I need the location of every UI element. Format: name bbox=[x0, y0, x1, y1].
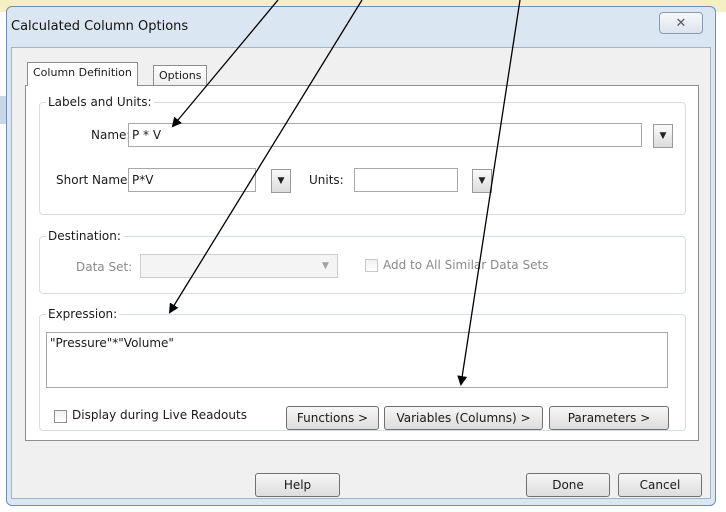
tab-column-definition[interactable]: Column Definition bbox=[27, 62, 138, 86]
add-to-all-checkbox[interactable] bbox=[365, 259, 378, 272]
close-button[interactable]: ✕ bbox=[659, 12, 703, 34]
close-icon: ✕ bbox=[675, 16, 687, 31]
tab-panel: Labels and Units: Name: P * V ▼ Short Na… bbox=[25, 85, 699, 441]
dropdown-arrow-icon: ▼ bbox=[277, 176, 285, 186]
dropdown-arrow-icon: ▼ bbox=[322, 261, 329, 271]
data-set-select[interactable] bbox=[140, 254, 338, 278]
name-input[interactable]: P * V bbox=[128, 123, 642, 147]
parameters-button[interactable]: Parameters > bbox=[549, 406, 669, 430]
dropdown-arrow-icon: ▼ bbox=[478, 176, 486, 186]
destination-group-label: Destination: bbox=[46, 229, 123, 243]
tab-options[interactable]: Options bbox=[153, 65, 208, 87]
labels-units-group-label: Labels and Units: bbox=[46, 95, 154, 109]
name-label: Name: bbox=[91, 128, 131, 142]
short-name-input[interactable]: P*V bbox=[128, 168, 256, 192]
units-input[interactable] bbox=[354, 168, 458, 192]
dialog-client: Column Definition Options Labels and Uni… bbox=[11, 47, 711, 499]
variables-columns-button[interactable]: Variables (Columns) > bbox=[384, 406, 543, 430]
short-name-label: Short Name: bbox=[56, 173, 132, 187]
add-to-all-label: Add to All Similar Data Sets bbox=[383, 258, 549, 272]
dropdown-arrow-icon: ▼ bbox=[659, 131, 667, 141]
labels-units-group: Labels and Units: Name: P * V ▼ Short Na… bbox=[39, 95, 686, 215]
functions-button[interactable]: Functions > bbox=[286, 406, 379, 430]
data-set-label: Data Set: bbox=[76, 260, 133, 274]
help-button[interactable]: Help bbox=[255, 473, 340, 497]
live-readouts-label: Display during Live Readouts bbox=[72, 408, 247, 422]
expression-input[interactable]: "Pressure"*"Volume" bbox=[46, 332, 668, 388]
cancel-button[interactable]: Cancel bbox=[618, 473, 702, 497]
done-button[interactable]: Done bbox=[526, 473, 610, 497]
name-dropdown-button[interactable]: ▼ bbox=[653, 124, 673, 148]
units-dropdown-button[interactable]: ▼ bbox=[472, 169, 492, 193]
window-title: Calculated Column Options bbox=[11, 19, 189, 34]
destination-group: Destination: Data Set: ▼ Add to All Simi… bbox=[39, 229, 686, 294]
short-name-dropdown-button[interactable]: ▼ bbox=[271, 169, 291, 193]
live-readouts-checkbox[interactable] bbox=[54, 410, 67, 423]
expression-group: Expression: "Pressure"*"Volume" Display … bbox=[39, 307, 686, 431]
title-bar: Calculated Column Options ✕ bbox=[7, 7, 715, 47]
expression-group-label: Expression: bbox=[46, 307, 120, 321]
units-label: Units: bbox=[309, 173, 344, 187]
dialog-window: Calculated Column Options ✕ Column Defin… bbox=[6, 6, 716, 506]
